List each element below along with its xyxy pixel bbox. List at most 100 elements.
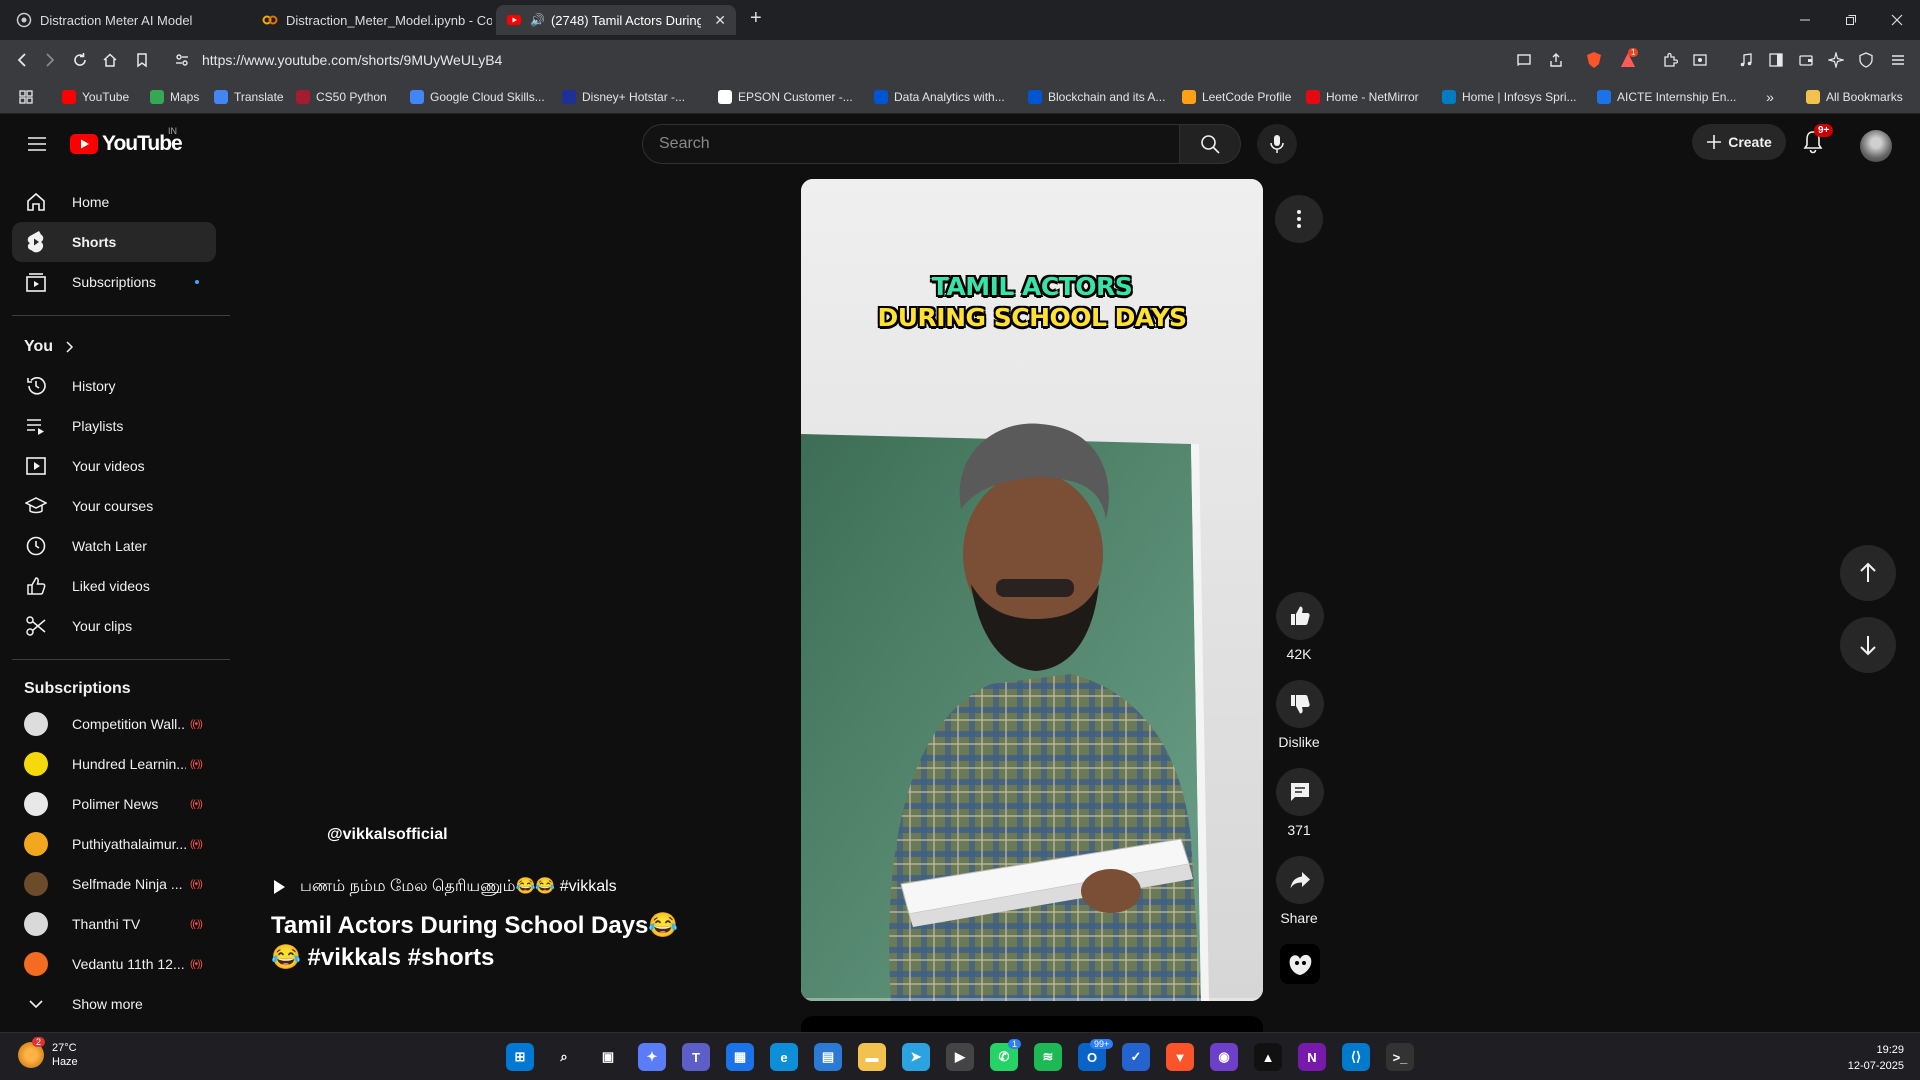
onenote-icon[interactable]: N — [1298, 1043, 1326, 1071]
dislike-button[interactable] — [1276, 680, 1324, 728]
close-window-button[interactable] — [1874, 0, 1920, 40]
voice-search-button[interactable] — [1257, 124, 1297, 164]
weather-widget[interactable]: 2 27°C Haze — [18, 1037, 78, 1069]
sidebar-item-home[interactable]: Home — [12, 182, 216, 222]
previous-short-button[interactable] — [1840, 545, 1896, 601]
windows-start-icon[interactable]: ⊞ — [506, 1043, 534, 1071]
show-more-button[interactable]: Show more — [12, 984, 216, 1024]
copilot-icon[interactable]: ✦ — [638, 1043, 666, 1071]
bookmark-item[interactable]: Disney+ Hotstar -... — [562, 88, 685, 106]
bookmark-item[interactable]: Data Analytics with... — [874, 88, 1005, 106]
todo-icon[interactable]: ✓ — [1122, 1043, 1150, 1071]
create-button[interactable]: Create — [1692, 124, 1786, 160]
task-view-icon[interactable]: ▣ — [594, 1043, 622, 1071]
home-button[interactable] — [100, 50, 120, 70]
bookmark-item[interactable]: LeetCode Profile — [1182, 88, 1291, 106]
vpn-icon[interactable] — [1856, 50, 1876, 70]
spotify-icon[interactable]: ≋ — [1034, 1043, 1062, 1071]
tab-youtube-short[interactable]: 🔊 (2748) Tamil Actors During Sc ✕ — [496, 5, 736, 35]
sidebar-item-watch-later[interactable]: Watch Later — [12, 526, 216, 566]
file-explorer-icon[interactable]: ▬ — [858, 1043, 886, 1071]
extensions-icon[interactable] — [1660, 50, 1680, 70]
sidebar-item-your-courses[interactable]: Your courses — [12, 486, 216, 526]
apps-grid-icon[interactable] — [16, 87, 36, 107]
telegram-icon[interactable]: ➤ — [902, 1043, 930, 1071]
subscription-item[interactable]: Competition Wall... ((•)) — [12, 704, 216, 744]
sidebar-item-your-clips[interactable]: Your clips — [12, 606, 216, 646]
arc-icon[interactable]: ▲ — [1254, 1043, 1282, 1071]
comments-button[interactable] — [1276, 768, 1324, 816]
vscode-icon[interactable]: ⟨⟩ — [1342, 1043, 1370, 1071]
subscription-item[interactable]: Puthiyathalaimur... ((•)) — [12, 824, 216, 864]
all-bookmarks-folder[interactable]: All Bookmarks — [1806, 88, 1903, 106]
screenshot-icon[interactable] — [1690, 50, 1710, 70]
search-icon[interactable]: ⌕ — [550, 1043, 578, 1071]
edge-icon[interactable]: e — [770, 1043, 798, 1071]
sidebar-item-liked-videos[interactable]: Liked videos — [12, 566, 216, 606]
bookmark-item[interactable]: Blockchain and its A... — [1028, 88, 1165, 106]
audio-playing-icon[interactable]: 🔊 — [530, 13, 545, 27]
terminal-icon[interactable]: >_ — [1386, 1043, 1414, 1071]
sidebar-item-playlists[interactable]: Playlists — [12, 406, 216, 446]
new-tab-button[interactable]: + — [750, 8, 762, 28]
subscription-item[interactable]: Polimer News ((•)) — [12, 784, 216, 824]
subscription-item[interactable]: Thanthi TV ((•)) — [12, 904, 216, 944]
bookmark-item[interactable]: Maps — [150, 88, 199, 106]
video-progress-bar[interactable] — [801, 998, 1263, 1001]
sidebar-item-history[interactable]: History — [12, 366, 216, 406]
url-text[interactable]: https://www.youtube.com/shorts/9MUyWeULy… — [202, 52, 502, 68]
shorts-video-player[interactable]: TAMIL ACTORS DURING SCHOOL DAYS — [801, 179, 1263, 1001]
tab-distraction-meter[interactable]: Distraction Meter AI Model — [6, 5, 246, 35]
account-avatar[interactable] — [1860, 130, 1892, 162]
reload-button[interactable] — [70, 50, 90, 70]
media-controls-icon[interactable] — [1736, 50, 1756, 70]
channel-handle[interactable]: @vikkalsofficial — [327, 826, 448, 844]
leo-ai-icon[interactable] — [1826, 50, 1846, 70]
back-button[interactable] — [12, 50, 32, 70]
system-clock[interactable]: 19:29 12-07-2025 — [1848, 1042, 1904, 1074]
hamburger-menu-icon[interactable] — [25, 132, 49, 156]
subscription-item[interactable]: Hundred Learnin... ((•)) — [12, 744, 216, 784]
next-short-button[interactable] — [1840, 617, 1896, 673]
sidebar-item-subscriptions[interactable]: Subscriptions — [12, 262, 216, 302]
menu-icon[interactable] — [1888, 50, 1908, 70]
tab-colab-notebook[interactable]: Distraction_Meter_Model.ipynb - Col — [252, 5, 492, 35]
teams-icon[interactable]: T — [682, 1043, 710, 1071]
more-options-button[interactable] — [1275, 195, 1323, 243]
sidebar-toggle-icon[interactable] — [1766, 50, 1786, 70]
bookmark-item[interactable]: Home | Infosys Spri... — [1442, 88, 1577, 106]
bookmark-item[interactable]: Google Cloud Skills... — [410, 88, 545, 106]
you-section-header[interactable]: You — [24, 338, 77, 356]
subscription-item[interactable]: Vedantu 11th 12... ((•)) — [12, 944, 216, 984]
brave-shields-icon[interactable] — [1584, 50, 1604, 70]
close-tab-icon[interactable]: ✕ — [708, 12, 726, 29]
search-button[interactable] — [1179, 124, 1241, 164]
forward-button[interactable] — [40, 50, 60, 70]
bookmark-item[interactable]: Translate — [214, 88, 284, 106]
youtube-logo[interactable]: YouTube IN — [70, 126, 183, 156]
share-button[interactable] — [1276, 856, 1324, 904]
more-bookmarks-icon[interactable]: » — [1760, 87, 1780, 107]
cast-icon[interactable] — [1514, 50, 1534, 70]
subscription-item[interactable]: Selfmade Ninja ... ((•)) — [12, 864, 216, 904]
widgets-icon[interactable]: ▦ — [726, 1043, 754, 1071]
bookmark-button[interactable] — [132, 50, 152, 70]
minimize-button[interactable] — [1782, 0, 1828, 40]
media-player-icon[interactable]: ▶ — [946, 1043, 974, 1071]
sidebar-item-your-videos[interactable]: Your videos — [12, 446, 216, 486]
short-description[interactable]: பணம் நம்ம மேல தெரியணும்😂😂 #vikkals — [272, 876, 617, 897]
search-input[interactable]: Search — [642, 124, 1180, 164]
like-button[interactable] — [1276, 592, 1324, 640]
github-desktop-icon[interactable]: ◉ — [1210, 1043, 1238, 1071]
sound-thumbnail[interactable] — [1280, 944, 1320, 984]
bookmark-item[interactable]: YouTube — [62, 88, 129, 106]
bookmark-item[interactable]: AICTE Internship En... — [1597, 88, 1736, 106]
store-icon[interactable]: ▤ — [814, 1043, 842, 1071]
wallet-icon[interactable] — [1796, 50, 1816, 70]
share-icon[interactable] — [1546, 50, 1566, 70]
short-title[interactable]: Tamil Actors During School Days😂 😂 #vikk… — [271, 910, 711, 974]
address-bar[interactable]: https://www.youtube.com/shorts/9MUyWeULy… — [166, 46, 1496, 74]
bookmark-item[interactable]: EPSON Customer -... — [718, 88, 853, 106]
brave-icon[interactable]: ▼ — [1166, 1043, 1194, 1071]
bookmark-item[interactable]: CS50 Python — [296, 88, 387, 106]
